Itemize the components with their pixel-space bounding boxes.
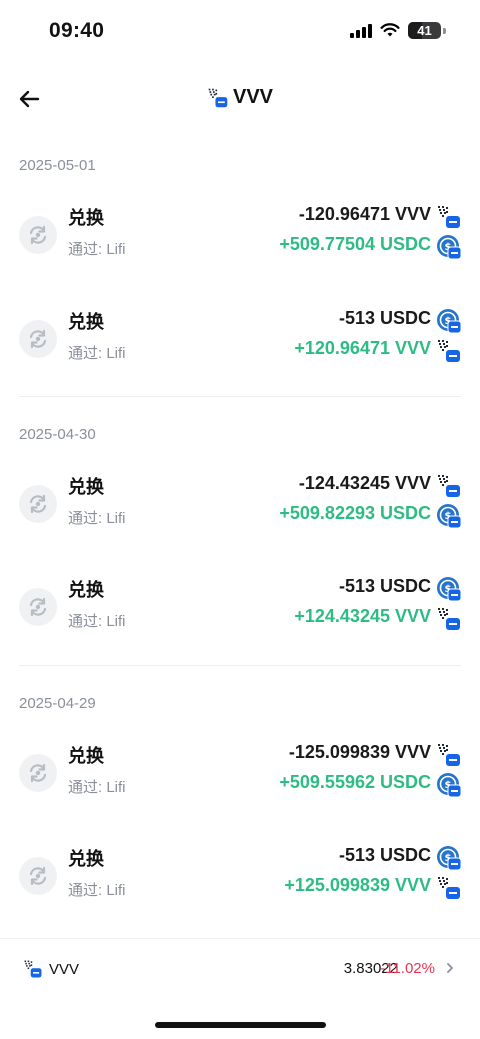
tx-amount-in: +509.82293 USDC: [279, 503, 431, 523]
tx-via: 通过: Lifi: [68, 779, 126, 796]
status-time: 09:40: [49, 19, 105, 42]
tx-via: 通过: Lifi: [68, 510, 126, 527]
vvv-token-icon: [436, 204, 462, 230]
swap-icon: [19, 320, 57, 358]
price-change: -11.02%: [380, 960, 435, 977]
swap-icon: [19, 485, 57, 523]
tx-type: 兑换: [68, 746, 104, 766]
tx-amount-in: +125.099839 VVV: [284, 875, 431, 895]
tx-type: 兑换: [68, 849, 104, 869]
tx-amount-in: +509.77504 USDC: [279, 234, 431, 254]
tx-type: 兑换: [68, 580, 104, 600]
date-header: 2025-04-30: [19, 426, 96, 443]
usdc-token-icon: [436, 576, 462, 602]
swap-icon: [19, 216, 57, 254]
token-name: VVV: [49, 960, 80, 978]
vvv-token-icon: [436, 473, 462, 499]
transaction-row[interactable]: 兑换 通过: Lifi -513 USDC +125.099839 VVV: [0, 845, 480, 937]
signal-icon: [350, 23, 372, 38]
tx-type: 兑换: [68, 477, 104, 497]
tx-amount-out: -513 USDC: [338, 845, 431, 865]
tx-via: 通过: Lifi: [68, 882, 126, 899]
tx-via: 通过: Lifi: [68, 345, 126, 362]
page-title: VVV: [0, 86, 480, 109]
tx-via: 通过: Lifi: [68, 613, 126, 630]
usdc-token-icon: [436, 772, 462, 798]
token-price-bar[interactable]: VVV 3.83022 -11.02%: [0, 938, 480, 998]
token-info: VVV: [23, 959, 79, 979]
transaction-row[interactable]: 兑换 通过: Lifi -513 USDC +124.43245 VVV: [0, 576, 480, 668]
vvv-token-icon: [23, 959, 43, 979]
vvv-token-icon: [436, 742, 462, 768]
status-bar: 09:40 41: [0, 0, 480, 64]
tx-amount-out: -125.099839 VVV: [288, 742, 431, 762]
swap-icon: [19, 857, 57, 895]
page-title-text: VVV: [232, 86, 274, 108]
vvv-token-icon: [436, 338, 462, 364]
tx-amount-out: -124.43245 VVV: [298, 473, 431, 493]
date-header: 2025-05-01: [19, 157, 96, 174]
vvv-token-icon: [207, 87, 229, 109]
vvv-token-icon: [436, 875, 462, 901]
tx-type: 兑换: [68, 312, 104, 332]
divider: [19, 396, 461, 397]
usdc-token-icon: [436, 308, 462, 334]
tx-amount-out: -513 USDC: [338, 308, 431, 328]
tx-type: 兑换: [68, 208, 104, 228]
usdc-token-icon: [436, 503, 462, 529]
tx-amount-in: +120.96471 VVV: [294, 338, 431, 358]
transaction-row[interactable]: 兑换 通过: Lifi -124.43245 VVV +509.82293 US…: [0, 473, 480, 565]
swap-icon: [19, 754, 57, 792]
chevron-right-icon[interactable]: [444, 959, 456, 977]
transaction-row[interactable]: 兑换 通过: Lifi -125.099839 VVV +509.55962 U…: [0, 742, 480, 834]
transaction-row[interactable]: 兑换 通过: Lifi -120.96471 VVV +509.77504 US…: [0, 204, 480, 296]
tx-amount-out: -513 USDC: [338, 576, 431, 596]
divider: [19, 665, 461, 666]
tx-via: 通过: Lifi: [68, 241, 126, 258]
tx-amount-out: -120.96471 VVV: [298, 204, 431, 224]
transaction-row[interactable]: 兑换 通过: Lifi -513 USDC +120.96471 VVV: [0, 308, 480, 400]
usdc-token-icon: [436, 234, 462, 260]
vvv-token-icon: [436, 606, 462, 632]
wifi-icon: [380, 23, 400, 37]
status-icons: 41: [350, 22, 446, 39]
home-indicator: [155, 1022, 326, 1028]
nav-header: VVV: [0, 78, 480, 120]
battery-level: 41: [417, 23, 432, 38]
date-header: 2025-04-29: [19, 695, 96, 712]
tx-amount-in: +124.43245 VVV: [294, 606, 431, 626]
battery-icon: 41: [408, 22, 441, 39]
swap-icon: [19, 588, 57, 626]
tx-amount-in: +509.55962 USDC: [279, 772, 431, 792]
usdc-token-icon: [436, 845, 462, 871]
